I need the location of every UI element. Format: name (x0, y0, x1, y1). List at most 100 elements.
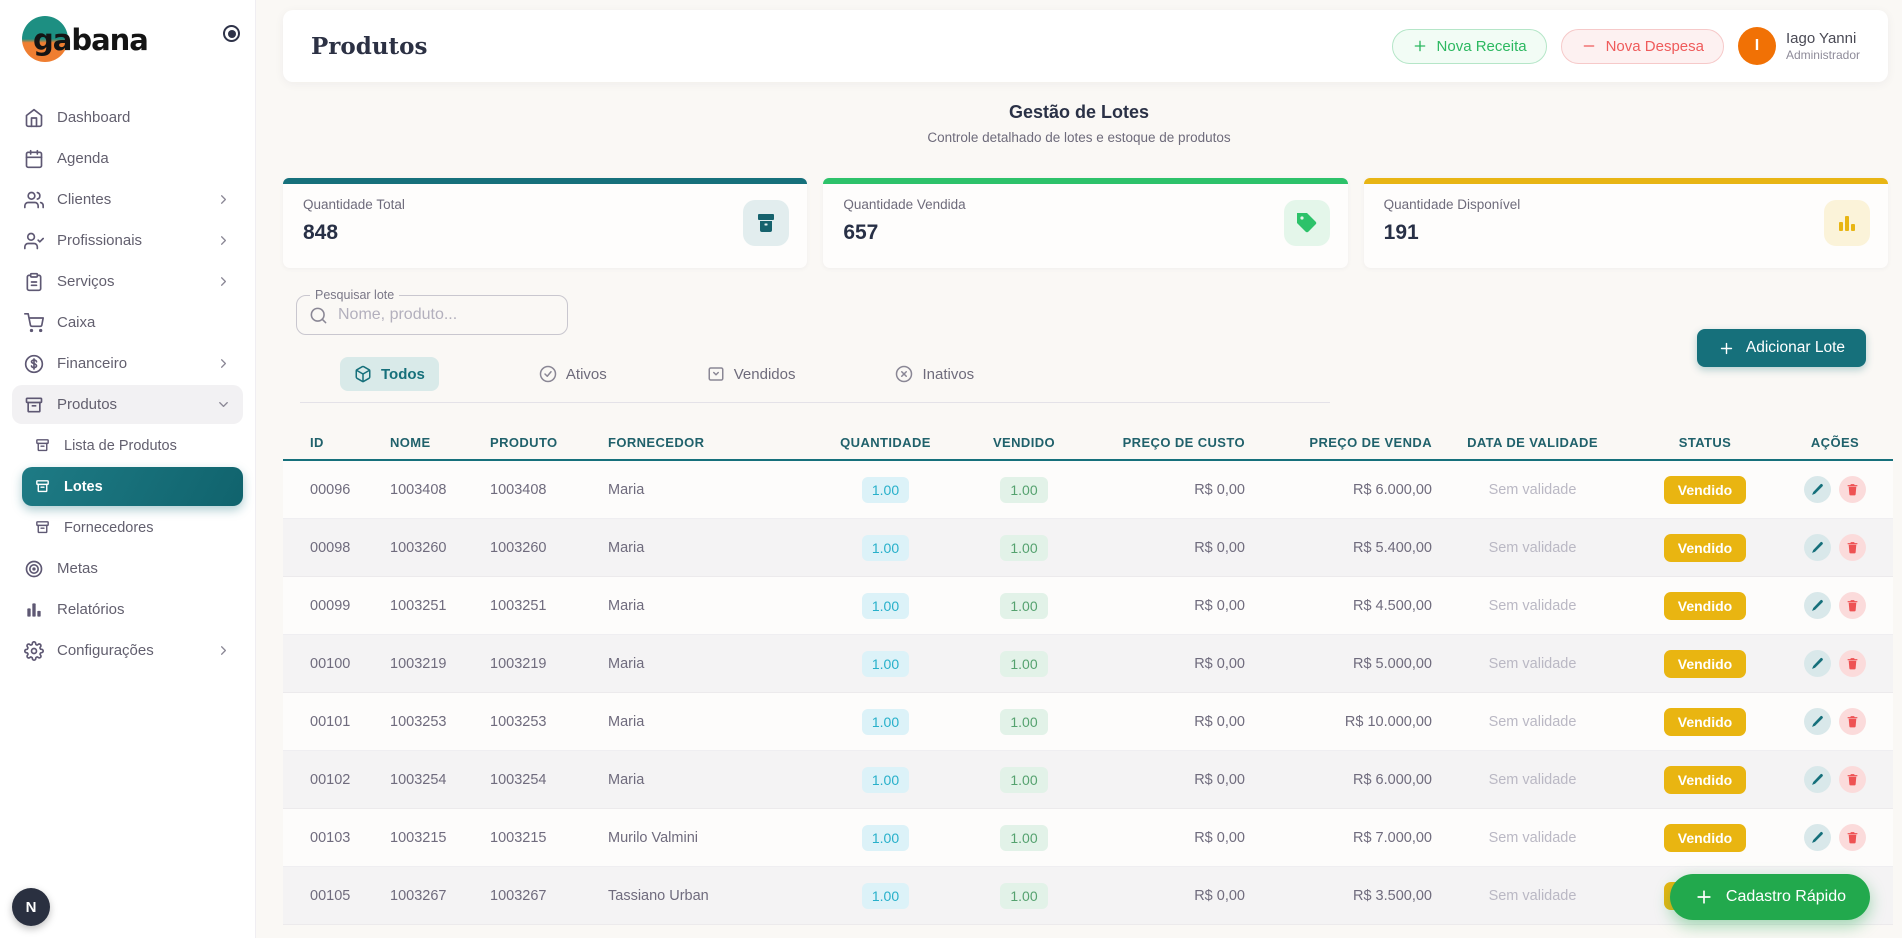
cell-nome: 1003408 (390, 482, 490, 498)
sidebar-item-label: Relatórios (57, 601, 125, 618)
table-row[interactable]: 00105 1003267 1003267 Tassiano Urban 1.0… (283, 867, 1893, 925)
edit-button[interactable] (1804, 766, 1831, 793)
nova-despesa-button[interactable]: Nova Despesa (1561, 29, 1724, 64)
sidebar-item-fornecedores[interactable]: Fornecedores (22, 508, 243, 547)
cell-validade: Sem validade (1440, 482, 1625, 498)
delete-button[interactable] (1839, 650, 1866, 677)
nova-receita-label: Nova Receita (1437, 38, 1527, 55)
sidebar-item-relatorios[interactable]: Relatórios (12, 590, 243, 629)
cell-nome: 1003253 (390, 714, 490, 730)
calendar-icon (24, 149, 44, 169)
delete-button[interactable] (1839, 708, 1866, 735)
sidebar-item-dashboard[interactable]: Dashboard (12, 98, 243, 137)
tab-label: Ativos (566, 366, 607, 383)
edit-button[interactable] (1804, 824, 1831, 851)
sidebar-item-lista-de-produtos[interactable]: Lista de Produtos (22, 426, 243, 465)
edit-button[interactable] (1804, 592, 1831, 619)
notification-avatar[interactable]: N (12, 888, 50, 926)
bar-chart-icon (24, 600, 44, 620)
col-header-nome: NOME (390, 435, 490, 450)
col-header-validade: DATA DE VALIDADE (1440, 435, 1625, 450)
cell-preco-venda: R$ 6.000,00 (1255, 482, 1440, 498)
sidebar-collapse-toggle-icon[interactable] (223, 25, 240, 42)
nova-receita-button[interactable]: Nova Receita (1392, 29, 1547, 64)
cell-preco-custo: R$ 0,00 (1090, 656, 1255, 672)
cell-preco-custo: R$ 0,00 (1090, 540, 1255, 556)
sidebar-item-label: Profissionais (57, 232, 142, 249)
cadastro-rapido-button[interactable]: Cadastro Rápido (1670, 874, 1870, 920)
plus-icon (1718, 340, 1735, 357)
sidebar-item-clientes[interactable]: Clientes (12, 180, 243, 219)
table-row[interactable]: 00102 1003254 1003254 Maria 1.00 1.00 R$… (283, 751, 1893, 809)
table-header-row: ID NOME PRODUTO FORNECEDOR QUANTIDADE VE… (283, 425, 1893, 461)
cell-preco-custo: R$ 0,00 (1090, 830, 1255, 846)
table-row[interactable]: 00103 1003215 1003215 Murilo Valmini 1.0… (283, 809, 1893, 867)
table-row[interactable]: 00101 1003253 1003253 Maria 1.00 1.00 R$… (283, 693, 1893, 751)
sidebar-item-produtos[interactable]: Produtos (12, 385, 243, 424)
search-icon (309, 306, 328, 325)
cell-nome: 1003254 (390, 772, 490, 788)
pencil-icon (1811, 831, 1824, 844)
delete-button[interactable] (1839, 476, 1866, 503)
chevron-right-icon (216, 274, 231, 289)
cell-produto: 1003219 (490, 656, 608, 672)
stat-card-quantidade-disponivel: Quantidade Disponível 191 (1364, 178, 1888, 268)
app-logo[interactable]: gabana (22, 16, 182, 64)
cell-id: 00096 (310, 482, 390, 498)
tab-ativos[interactable]: Ativos (539, 357, 607, 391)
box-icon (34, 437, 51, 454)
cell-validade: Sem validade (1440, 540, 1625, 556)
tag-icon (1284, 200, 1330, 246)
quantidade-badge: 1.00 (862, 767, 909, 793)
edit-button[interactable] (1804, 534, 1831, 561)
sidebar-item-label: Produtos (57, 396, 117, 413)
sidebar-item-servicos[interactable]: Serviços (12, 262, 243, 301)
sidebar-item-financeiro[interactable]: Financeiro (12, 344, 243, 383)
tab-inativos[interactable]: Inativos (895, 357, 974, 391)
pencil-icon (1811, 715, 1824, 728)
status-badge: Vendido (1664, 650, 1746, 678)
sidebar-produtos-submenu: Lista de Produtos Lotes Fornecedores (0, 426, 255, 547)
dollar-circle-icon (24, 354, 44, 374)
sidebar-item-label: Configurações (57, 642, 154, 659)
table-row[interactable]: 00100 1003219 1003219 Maria 1.00 1.00 R$… (283, 635, 1893, 693)
table-row[interactable]: 00098 1003260 1003260 Maria 1.00 1.00 R$… (283, 519, 1893, 577)
vendido-badge: 1.00 (1000, 709, 1047, 735)
stat-card-quantidade-vendida: Quantidade Vendida 657 (823, 178, 1347, 268)
shopping-cart-icon (24, 313, 44, 333)
cadastro-rapido-label: Cadastro Rápido (1726, 888, 1846, 906)
delete-button[interactable] (1839, 766, 1866, 793)
edit-button[interactable] (1804, 708, 1831, 735)
delete-button[interactable] (1839, 824, 1866, 851)
sidebar-item-label: Financeiro (57, 355, 127, 372)
delete-button[interactable] (1839, 592, 1866, 619)
table-row[interactable]: 00096 1003408 1003408 Maria 1.00 1.00 R$… (283, 461, 1893, 519)
stat-label: Quantidade Disponível (1384, 197, 1868, 212)
col-header-vendido: VENDIDO (958, 435, 1090, 450)
cell-validade: Sem validade (1440, 598, 1625, 614)
delete-button[interactable] (1839, 534, 1866, 561)
search-input[interactable] (338, 306, 538, 324)
sidebar-item-caixa[interactable]: Caixa (12, 303, 243, 342)
sidebar-item-label: Serviços (57, 273, 115, 290)
sidebar-item-profissionais[interactable]: Profissionais (12, 221, 243, 260)
trash-icon (1846, 773, 1859, 786)
edit-button[interactable] (1804, 476, 1831, 503)
sidebar-item-lotes[interactable]: Lotes (22, 467, 243, 506)
edit-button[interactable] (1804, 650, 1831, 677)
tab-vendidos[interactable]: Vendidos (707, 357, 796, 391)
quantidade-badge: 1.00 (862, 709, 909, 735)
cell-produto: 1003267 (490, 888, 608, 904)
cell-id: 00102 (310, 772, 390, 788)
trash-icon (1846, 541, 1859, 554)
table-row[interactable]: 00099 1003251 1003251 Maria 1.00 1.00 R$… (283, 577, 1893, 635)
user-menu[interactable]: I Iago Yanni Administrador (1738, 27, 1860, 65)
cell-produto: 1003253 (490, 714, 608, 730)
adicionar-lote-button[interactable]: Adicionar Lote (1697, 329, 1866, 367)
tab-todos[interactable]: Todos (340, 357, 439, 391)
search-lote-field[interactable]: Pesquisar lote (296, 295, 568, 335)
sidebar-item-agenda[interactable]: Agenda (12, 139, 243, 178)
sidebar-item-configuracoes[interactable]: Configurações (12, 631, 243, 670)
sidebar-item-metas[interactable]: Metas (12, 549, 243, 588)
archive-icon (24, 395, 44, 415)
